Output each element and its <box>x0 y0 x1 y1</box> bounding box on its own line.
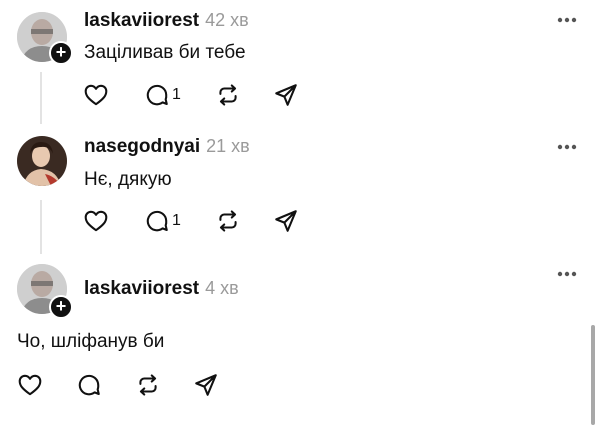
share-icon <box>275 210 297 232</box>
like-button[interactable] <box>83 80 109 110</box>
username-text[interactable]: laskaviiorest <box>84 10 199 31</box>
scrollbar[interactable] <box>591 325 595 425</box>
share-button[interactable] <box>273 80 299 110</box>
more-icon[interactable] <box>556 142 578 152</box>
post-3: + laskaviiorest 4 хв Чо, шліфанув би <box>0 258 600 429</box>
comment-icon <box>78 374 100 396</box>
post-1: + laskaviiorest 42 хв Заціливав би тебе 1 <box>0 0 600 130</box>
follow-button[interactable]: + <box>49 41 73 65</box>
repost-button[interactable] <box>215 80 241 110</box>
thread-line <box>40 200 42 254</box>
username[interactable]: laskaviiorest 4 хв <box>84 278 239 300</box>
avatar-painting-icon <box>17 136 67 186</box>
follow-button[interactable]: + <box>49 295 73 319</box>
reply-count: 1 <box>172 212 181 229</box>
more-icon[interactable] <box>556 15 578 25</box>
timestamp: 21 хв <box>206 136 250 156</box>
share-icon <box>195 374 217 396</box>
action-bar: 1 <box>83 206 323 236</box>
action-bar: 1 <box>83 80 323 110</box>
username[interactable]: laskaviiorest 42 хв <box>84 10 249 32</box>
post-2: nasegodnyai 21 хв Нє, дякую 1 <box>0 130 600 258</box>
repost-icon <box>139 374 157 396</box>
heart-icon <box>18 374 42 396</box>
post-text: Чо, шліфанув би <box>17 331 165 352</box>
timestamp: 4 хв <box>205 278 239 298</box>
reply-button[interactable]: 1 <box>144 80 181 110</box>
comment-icon <box>146 84 168 106</box>
username-text[interactable]: nasegodnyai <box>84 136 200 157</box>
like-button[interactable] <box>83 206 109 236</box>
like-button[interactable] <box>17 370 43 400</box>
heart-icon <box>84 210 108 232</box>
repost-button[interactable] <box>135 370 161 400</box>
reply-button[interactable]: 1 <box>144 206 181 236</box>
reply-count: 1 <box>172 86 181 103</box>
comment-icon <box>146 210 168 232</box>
share-button[interactable] <box>273 206 299 236</box>
reply-button[interactable] <box>76 370 104 400</box>
post-text: Нє, дякую <box>84 169 172 190</box>
thread-line <box>40 72 42 124</box>
share-icon <box>275 84 297 106</box>
share-button[interactable] <box>193 370 219 400</box>
post-text: Заціливав би тебе <box>84 42 246 63</box>
repost-icon <box>219 210 237 232</box>
repost-button[interactable] <box>215 206 241 236</box>
heart-icon <box>84 84 108 106</box>
username-text[interactable]: laskaviiorest <box>84 278 199 299</box>
username[interactable]: nasegodnyai 21 хв <box>84 136 250 158</box>
more-icon[interactable] <box>556 269 578 279</box>
action-bar <box>17 370 257 400</box>
timestamp: 42 хв <box>205 10 249 30</box>
repost-icon <box>219 84 237 106</box>
avatar[interactable] <box>17 136 67 186</box>
